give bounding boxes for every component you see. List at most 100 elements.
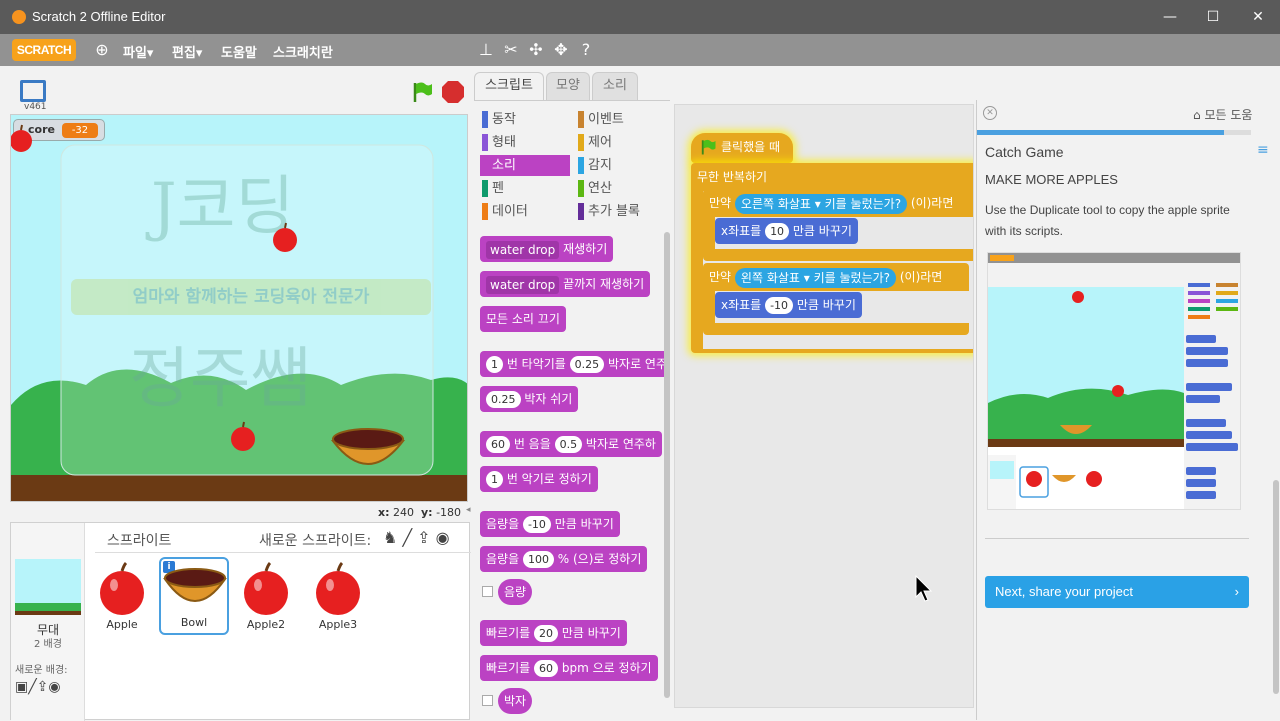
- close-icon[interactable]: ✕: [1246, 6, 1270, 28]
- stage-backdrop-count: 2 배경: [34, 639, 62, 650]
- sprites-title: 스프라이트: [107, 533, 172, 549]
- apple-thumbnail: [100, 561, 144, 615]
- category-motion[interactable]: 동작: [480, 109, 566, 130]
- play-sound-until-done-block[interactable]: water drop 끝까지 재생하기: [480, 271, 651, 297]
- category-pen[interactable]: 펜: [480, 178, 566, 199]
- set-tempo-block[interactable]: 빠르기를 60 bpm 으로 정하기: [480, 655, 658, 681]
- window-title: Scratch 2 Offline Editor: [32, 9, 166, 24]
- minimize-icon[interactable]: —: [1158, 6, 1182, 28]
- category-panel: 동작 이벤트 형태 제어 소리 감지 펜 연산 데이터 추가 블록: [474, 100, 670, 228]
- apple-sprite[interactable]: [271, 222, 299, 254]
- apple-sprite[interactable]: [10, 123, 33, 153]
- globe-icon[interactable]: ⊕: [92, 40, 112, 60]
- tips-progress: [977, 130, 1251, 135]
- change-x-block-2[interactable]: x좌표를 -10 만큼 바꾸기: [715, 292, 862, 318]
- menu-help[interactable]: 도움말: [221, 42, 257, 61]
- play-note-block[interactable]: 60 번 음을 0.5 박자로 연주하: [480, 431, 662, 457]
- stage-thumbnail: [15, 559, 81, 615]
- all-help-link[interactable]: ⌂ 모든 도움: [1193, 106, 1252, 123]
- sprite-tile-apple2[interactable]: Apple2: [231, 557, 301, 635]
- stage-canvas[interactable]: J코딩 엄마와 함께하는 코딩육아 전문가 정주쌤 core -32: [10, 114, 468, 502]
- menu-file[interactable]: 파일▾: [123, 42, 153, 61]
- backdrop-upload-icon[interactable]: ⇪: [37, 679, 49, 695]
- tips-scrollbar[interactable]: [1273, 480, 1279, 694]
- tab-scripts[interactable]: 스크립트: [474, 72, 544, 100]
- close-tips-icon[interactable]: ✕: [983, 106, 997, 120]
- stop-all-sounds-block[interactable]: 모든 소리 끄기: [480, 306, 566, 332]
- new-sprite-label: 새로운 스프라이트:: [259, 533, 372, 549]
- sprite-tile-apple3[interactable]: Apple3: [303, 557, 373, 635]
- sprite-name: Bowl: [180, 616, 208, 629]
- script-area[interactable]: 클릭했을 때 무한 반복하기 만약 오른쪽 화살표 ▾ 키를 눌렀는가? (이)…: [674, 104, 974, 708]
- sprite-tile-bowl[interactable]: i Bowl: [159, 557, 229, 635]
- key-pressed-sensor-1[interactable]: 오른쪽 화살표 ▾ 키를 눌렀는가?: [734, 193, 908, 214]
- tab-sounds[interactable]: 소리: [592, 72, 638, 100]
- sprite-paint-icon[interactable]: ╱: [402, 528, 412, 547]
- block-palette: water drop 재생하기 water drop 끝까지 재생하기 모든 소…: [474, 228, 670, 720]
- next-tip-button[interactable]: Next, share your project ›: [985, 576, 1249, 608]
- change-x-block-1[interactable]: x좌표를 10 만큼 바꾸기: [715, 218, 858, 244]
- sprite-camera-icon[interactable]: ◉: [436, 528, 450, 547]
- palette-scrollbar[interactable]: [664, 232, 670, 698]
- set-instrument-block[interactable]: 1 번 악기로 정하기: [480, 466, 598, 492]
- apple-thumbnail: [316, 561, 360, 615]
- block-help-icon[interactable]: ?: [576, 40, 596, 60]
- collapse-arrow-icon[interactable]: ◂: [466, 505, 471, 515]
- mouse-cursor-icon: [915, 575, 933, 602]
- volume-reporter[interactable]: 음량: [498, 579, 533, 605]
- backdrop-paint-icon[interactable]: ╱: [28, 679, 36, 695]
- volume-checkbox[interactable]: [482, 586, 493, 597]
- apple-sprite[interactable]: [229, 421, 257, 453]
- when-flag-clicked-block[interactable]: 클릭했을 때: [691, 133, 793, 163]
- backdrop-library-icon[interactable]: ▣: [15, 679, 28, 695]
- menu-about[interactable]: 스크래치란: [273, 42, 333, 61]
- new-backdrop-tools: ▣╱⇪◉: [15, 679, 61, 695]
- category-sensing[interactable]: 감지: [576, 155, 662, 176]
- change-tempo-block[interactable]: 빠르기를 20 만큼 바꾸기: [480, 620, 627, 646]
- category-operators[interactable]: 연산: [576, 178, 662, 199]
- backdrop-camera-icon[interactable]: ◉: [48, 679, 60, 695]
- green-flag-icon: [701, 139, 716, 155]
- key-pressed-sensor-2[interactable]: 왼쪽 화살표 ▾ 키를 눌렀는가?: [734, 267, 897, 288]
- green-flag-icon[interactable]: [410, 80, 434, 104]
- category-events[interactable]: 이벤트: [576, 109, 662, 130]
- stage-selector[interactable]: 무대 2 배경 새로운 배경: ▣╱⇪◉: [11, 523, 85, 721]
- tips-divider: [985, 538, 1249, 539]
- play-drum-block[interactable]: 1 번 타악기를 0.25 박자로 연주: [480, 351, 670, 377]
- category-data[interactable]: 데이터: [480, 201, 566, 222]
- title-bar: Scratch 2 Offline Editor — ☐ ✕: [0, 0, 1280, 34]
- score-value: -32: [62, 123, 98, 138]
- menu-edit[interactable]: 편집▾: [172, 42, 202, 61]
- sprite-library-icon[interactable]: ♞: [383, 528, 397, 547]
- sprite-panel: 무대 2 배경 새로운 배경: ▣╱⇪◉ 스프라이트 새로운 스프라이트: ♞ …: [10, 522, 471, 721]
- play-sound-block[interactable]: water drop 재생하기: [480, 236, 614, 262]
- maximize-icon[interactable]: ☐: [1201, 6, 1225, 28]
- tips-body: Use the Duplicate tool to copy the apple…: [985, 203, 1230, 238]
- grow-icon[interactable]: ✣: [526, 40, 546, 60]
- category-sound[interactable]: 소리: [480, 155, 570, 176]
- sprite-upload-icon[interactable]: ⇪: [417, 528, 430, 547]
- set-volume-block[interactable]: 음량을 100 % (으)로 정하기: [480, 546, 648, 572]
- bowl-sprite[interactable]: [331, 425, 405, 477]
- tempo-checkbox[interactable]: [482, 695, 493, 706]
- rest-block[interactable]: 0.25 박자 쉬기: [480, 386, 579, 412]
- category-more-blocks[interactable]: 추가 블록: [576, 201, 662, 222]
- tips-screenshot: [987, 252, 1241, 510]
- scratch-logo[interactable]: SCRATCH: [12, 39, 76, 61]
- tips-screenshot-image: [988, 253, 1240, 509]
- delete-scissors-icon[interactable]: ✂: [501, 40, 521, 60]
- fullscreen-icon[interactable]: [20, 80, 46, 102]
- stop-icon[interactable]: [441, 80, 465, 104]
- tab-costumes[interactable]: 모양: [546, 72, 590, 100]
- tempo-reporter[interactable]: 박자: [498, 688, 533, 714]
- category-control[interactable]: 제어: [576, 132, 662, 153]
- new-backdrop-label: 새로운 배경:: [15, 665, 68, 676]
- duplicate-stamp-icon[interactable]: ⊥: [476, 40, 496, 60]
- shrink-icon[interactable]: ✥: [551, 40, 571, 60]
- category-looks[interactable]: 형태: [480, 132, 566, 153]
- tips-title: Catch Game: [985, 144, 1064, 160]
- tips-menu-icon[interactable]: ≡: [1257, 142, 1269, 158]
- sprite-tile-apple[interactable]: Apple: [87, 557, 157, 635]
- change-volume-block[interactable]: 음량을 -10 만큼 바꾸기: [480, 511, 620, 537]
- home-icon: ⌂: [1193, 108, 1201, 122]
